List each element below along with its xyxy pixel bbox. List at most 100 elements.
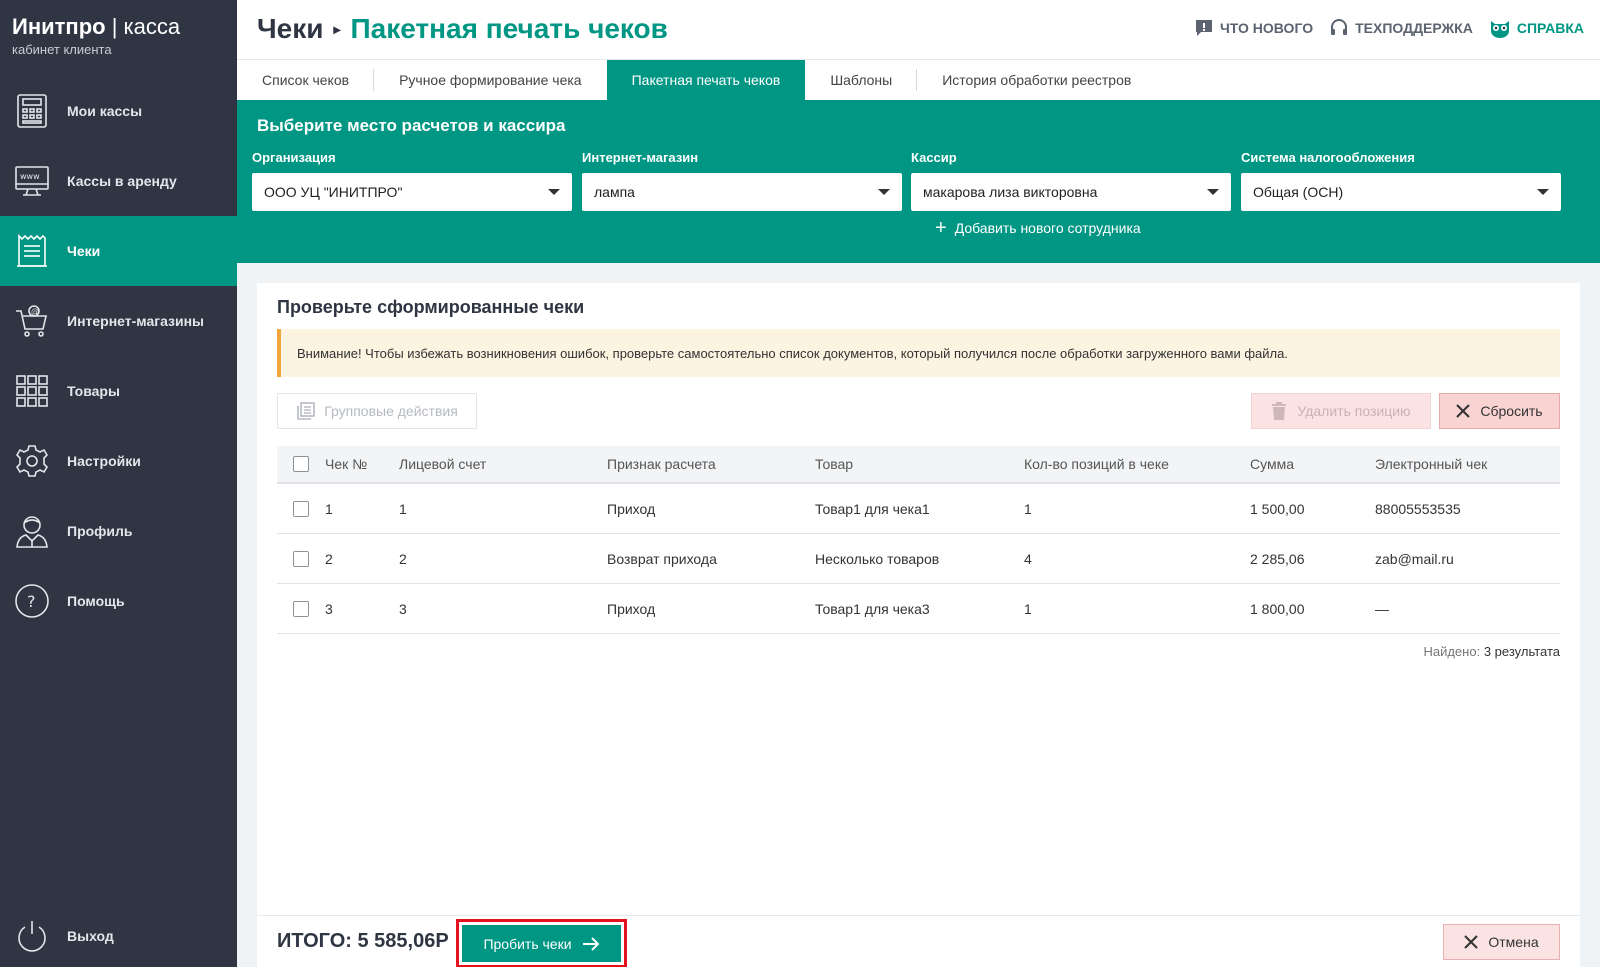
account-number: 1: [399, 500, 407, 517]
tab-receipt-list[interactable]: Список чеков: [237, 60, 375, 100]
organization-field: Организация ООО УЦ "ИНИТПРО": [252, 150, 572, 211]
svg-text:@: @: [31, 307, 39, 316]
sidebar-item-logout[interactable]: Выход: [0, 901, 237, 967]
add-employee-link[interactable]: + Добавить нового сотрудника: [935, 218, 1141, 238]
sidebar-item-receipts[interactable]: Чеки: [0, 216, 237, 286]
reset-button[interactable]: Сбросить: [1439, 393, 1560, 429]
cash-register-icon: [13, 92, 51, 130]
organization-value: ООО УЦ "ИНИТПРО": [264, 184, 403, 200]
position-count: 4: [1024, 550, 1032, 567]
column-header: Сумма: [1250, 456, 1294, 472]
tab-templates[interactable]: Шаблоны: [805, 60, 918, 100]
online-store-label: Интернет-магазин: [582, 150, 699, 165]
table-row[interactable]: 1 1 Приход Товар1 для чека1 1 1 500,00 8…: [277, 484, 1560, 534]
group-actions-button[interactable]: Групповые действия: [277, 393, 477, 429]
sidebar-item-online-stores[interactable]: @ Интернет-магазины: [0, 286, 237, 356]
column-header: Лицевой счет: [399, 456, 487, 472]
selection-panel: Выберите место расчетов и кассира Органи…: [237, 100, 1600, 263]
sidebar-item-rental-registers[interactable]: www Кассы в аренду: [0, 146, 237, 216]
close-icon: [1456, 404, 1471, 418]
cashier-value: макарова лиза викторовна: [923, 184, 1098, 200]
brand-logo[interactable]: Инитпро | касса кабинет клиента: [12, 14, 180, 57]
tax-system-select[interactable]: Общая (ОСН): [1241, 173, 1561, 211]
electronic-receipt: zab@mail.ru: [1375, 550, 1454, 567]
help-label: СПРАВКА: [1516, 20, 1584, 36]
whats-new-link[interactable]: ЧТО НОВОГО: [1194, 18, 1313, 38]
header: Чеки ▸ Пакетная печать чеков ЧТО НОВОГО …: [237, 0, 1600, 59]
sidebar-item-help[interactable]: ? Помощь: [0, 566, 237, 636]
sidebar-item-label: Помощь: [67, 593, 125, 609]
svg-text:?: ?: [27, 592, 36, 611]
sidebar-item-my-registers[interactable]: Мои кассы: [0, 76, 237, 146]
page-title: Пакетная печать чеков: [350, 13, 668, 44]
warning-text: Внимание! Чтобы избежать возникновения о…: [297, 345, 1288, 361]
cancel-button[interactable]: Отмена: [1443, 924, 1560, 960]
list-icon: [297, 402, 316, 420]
cancel-label: Отмена: [1488, 934, 1539, 950]
online-store-select[interactable]: лампа: [582, 173, 902, 211]
sidebar-item-label: Чеки: [67, 243, 101, 259]
cashier-label: Кассир: [911, 150, 957, 165]
tab-manual-receipt[interactable]: Ручное формирование чека: [374, 60, 607, 100]
brand-title: Инитпро | касса: [12, 14, 180, 40]
submit-highlight-frame: Пробить чеки: [456, 919, 627, 967]
receipt-number: 2: [325, 550, 333, 567]
goods-name: Товар1 для чека3: [815, 600, 930, 617]
sidebar-item-label: Настройки: [67, 453, 141, 469]
chevron-down-icon: [1537, 189, 1549, 195]
shopping-cart-icon: @: [13, 302, 51, 340]
gear-icon: [13, 442, 51, 480]
delete-position-button[interactable]: Удалить позицию: [1251, 393, 1431, 429]
row-checkbox[interactable]: [293, 550, 309, 567]
receipts-table: Чек № Лицевой счет Признак расчета Товар…: [277, 446, 1560, 634]
receipt-sum: 1 800,00: [1250, 600, 1305, 617]
select-all-checkbox[interactable]: [293, 456, 309, 472]
tab-registry-history[interactable]: История обработки реестров: [917, 60, 1156, 100]
sidebar-item-label: Товары: [67, 383, 120, 399]
column-header: Признак расчета: [607, 456, 716, 472]
organization-select[interactable]: ООО УЦ "ИНИТПРО": [252, 173, 572, 211]
online-store-field: Интернет-магазин лампа: [582, 150, 902, 211]
www-monitor-icon: www: [13, 162, 51, 200]
sidebar-item-label: Профиль: [67, 523, 133, 539]
grid-icon: [13, 372, 51, 410]
sidebar-item-goods[interactable]: Товары: [0, 356, 237, 426]
footer-bar: ИТОГО: 5 585,06Р Пробить чеки Отмена: [257, 915, 1580, 967]
chevron-down-icon: [878, 189, 890, 195]
electronic-receipt: 88005553535: [1375, 500, 1461, 517]
column-header: Электронный чек: [1375, 456, 1488, 472]
sidebar-item-label: Мои кассы: [67, 103, 143, 119]
tax-system-label: Система налогообложения: [1241, 150, 1415, 165]
sidebar-item-label: Интернет-магазины: [67, 313, 205, 329]
print-receipts-button[interactable]: Пробить чеки: [462, 925, 621, 962]
table-row[interactable]: 2 2 Возврат прихода Несколько товаров 4 …: [277, 534, 1560, 584]
goods-name: Несколько товаров: [815, 550, 940, 567]
brand-subtitle: кабинет клиента: [12, 42, 112, 57]
cashier-select[interactable]: макарова лиза викторовна: [911, 173, 1231, 211]
receipt-sum: 1 500,00: [1250, 500, 1305, 517]
support-link[interactable]: ТЕХПОДДЕРЖКА: [1329, 18, 1473, 38]
brand-separator: |: [111, 14, 118, 39]
position-count: 1: [1024, 600, 1032, 617]
group-actions-label: Групповые действия: [324, 403, 458, 419]
breadcrumb-parent[interactable]: Чеки: [257, 13, 323, 45]
column-header: Чек №: [325, 456, 368, 472]
warning-alert: Внимание! Чтобы избежать возникновения о…: [277, 329, 1560, 377]
breadcrumb-arrow-icon: ▸: [333, 20, 341, 37]
breadcrumb: Чеки ▸ Пакетная печать чеков: [257, 13, 668, 45]
power-icon: [13, 917, 51, 955]
tax-system-field: Система налогообложения Общая (ОСН): [1241, 150, 1561, 211]
top-links: ЧТО НОВОГО ТЕХПОДДЕРЖКА СПРАВКА: [1194, 18, 1584, 38]
sidebar-item-settings[interactable]: Настройки: [0, 426, 237, 496]
sidebar-item-profile[interactable]: Профиль: [0, 496, 237, 566]
table-row[interactable]: 3 3 Приход Товар1 для чека3 1 1 800,00 —: [277, 584, 1560, 634]
receipt-sum: 2 285,06: [1250, 550, 1305, 567]
help-link[interactable]: СПРАВКА: [1489, 18, 1584, 38]
tab-batch-print[interactable]: Пакетная печать чеков: [606, 60, 806, 100]
results-count-value: 3 результата: [1483, 644, 1560, 659]
row-checkbox[interactable]: [293, 500, 309, 517]
sidebar: Инитпро | касса кабинет клиента Мои касс…: [0, 0, 237, 967]
organization-label: Организация: [252, 150, 336, 165]
receipt-number: 1: [325, 500, 333, 517]
row-checkbox[interactable]: [293, 600, 309, 617]
